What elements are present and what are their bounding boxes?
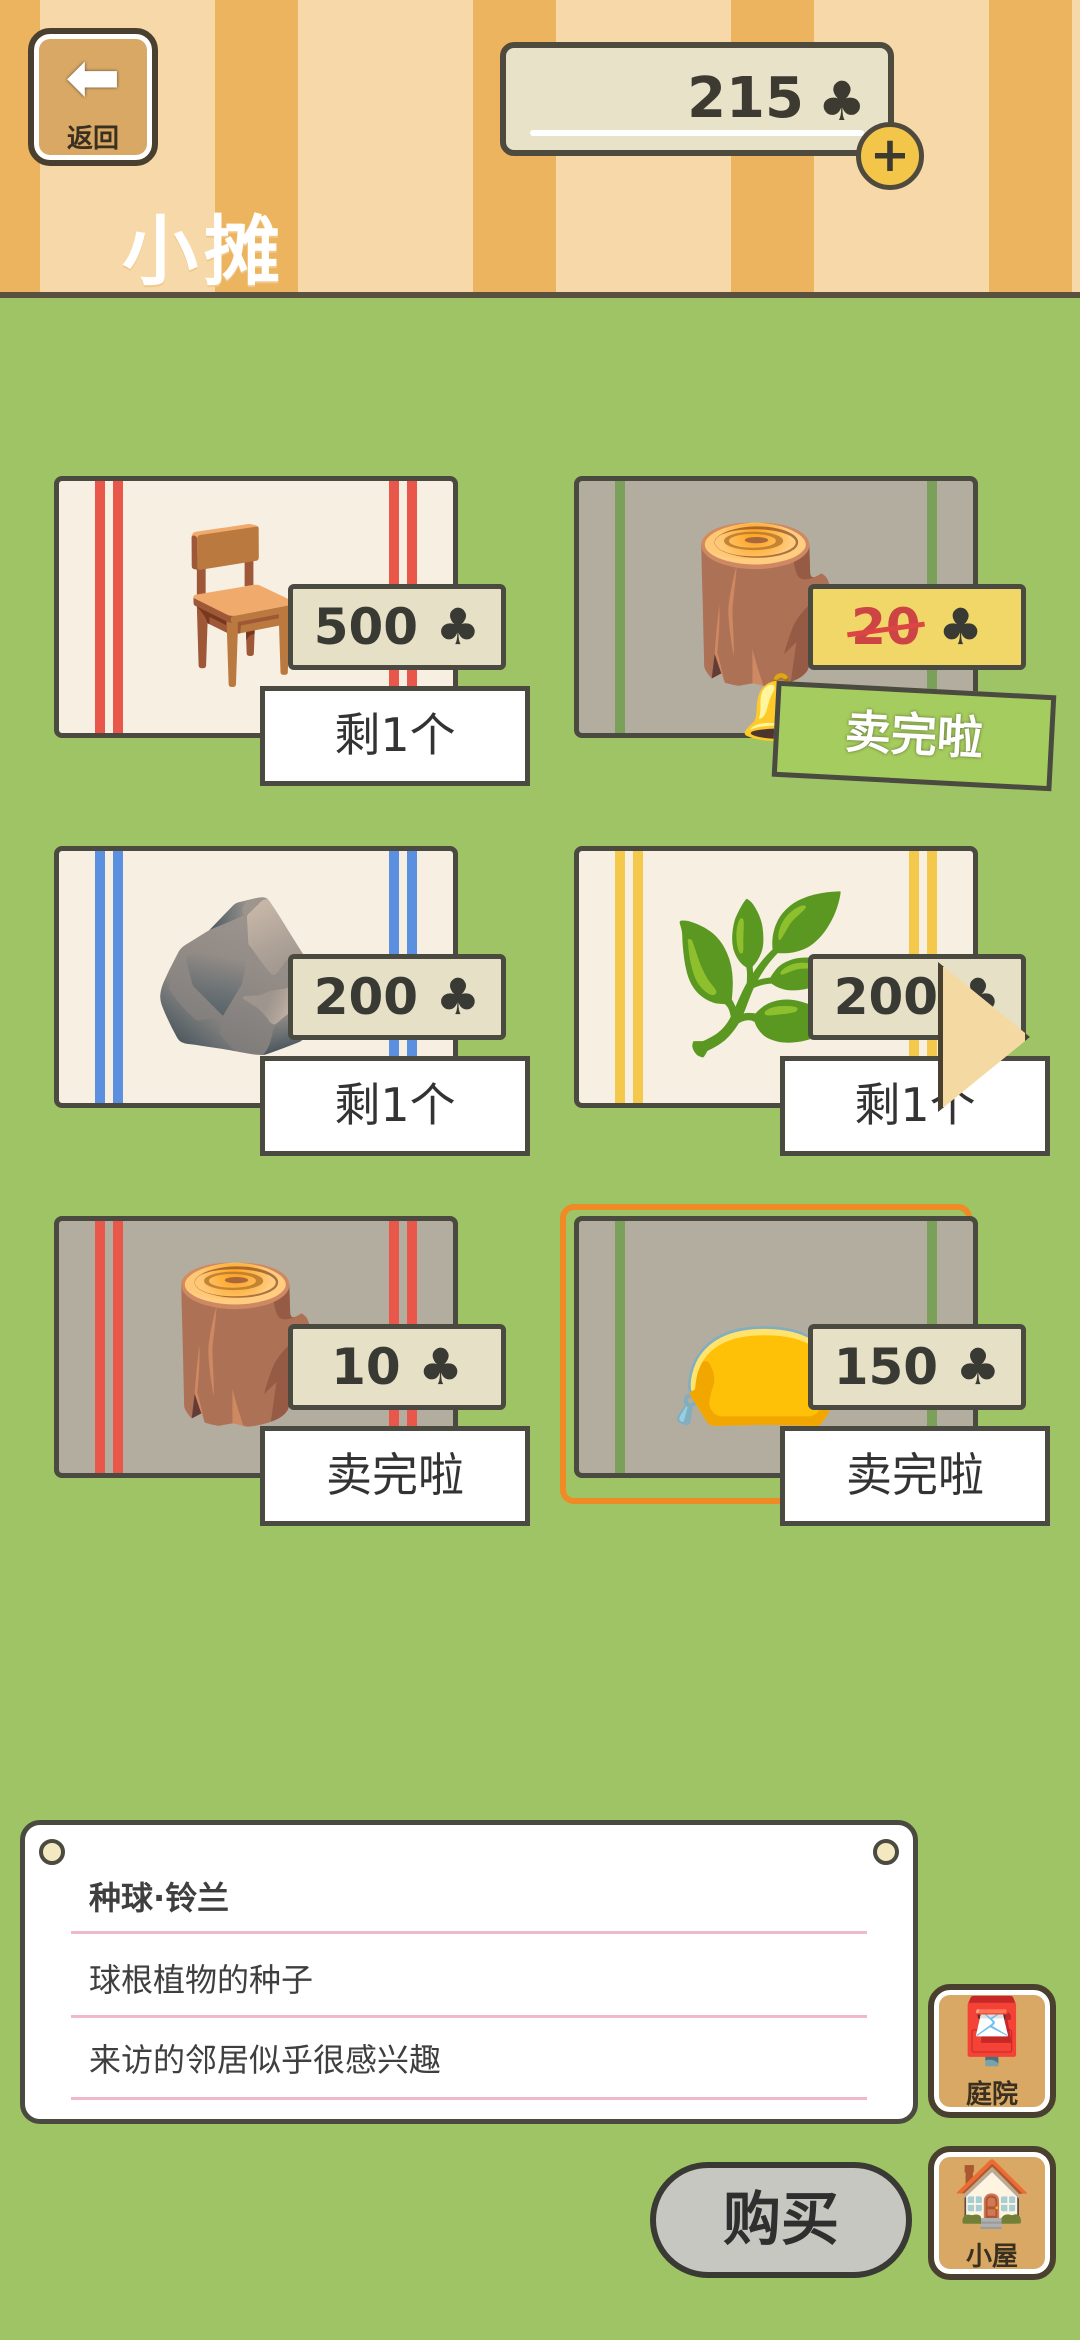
clover-icon: ♣ <box>817 70 866 133</box>
shop-item-bulb-seed[interactable]: 👝 150 ♣ 卖完啦 <box>560 1210 1060 1540</box>
add-clover-button[interactable]: + <box>856 122 924 190</box>
price-tag: 500 ♣ <box>288 584 506 670</box>
mailbox-icon: 📮 <box>952 1995 1032 2069</box>
house-icon: 🏠 <box>952 2157 1032 2231</box>
back-arrow-icon: ⬅ <box>65 39 121 116</box>
price-value: 200 <box>313 968 419 1026</box>
clover-count: 215 <box>687 66 804 131</box>
item-description-1: 球根植物的种子 <box>89 1961 314 1999</box>
house-label: 小屋 <box>965 2242 1018 2272</box>
price-value: 10 <box>331 1338 401 1396</box>
item-name: 种球·铃兰 <box>89 1879 230 1917</box>
stock-label: 剩1个 <box>260 1056 530 1156</box>
shop-item-log[interactable]: 🪵 20 ♣ 🔔 卖完啦 <box>560 470 1060 800</box>
shop-item-driftwood[interactable]: 🪵 10 ♣ 卖完啦 <box>40 1210 540 1540</box>
shop-item-table-card[interactable]: 🪑 500 ♣ 剩1个 <box>40 470 540 800</box>
divider <box>71 2097 867 2100</box>
price-tag: 150 ♣ <box>808 1324 1026 1410</box>
stock-label: 卖完啦 <box>780 1426 1050 1526</box>
item-info-panel: 种球·铃兰 球根植物的种子 来访的邻居似乎很感兴趣 <box>20 1820 918 2124</box>
stock-label: 剩1个 <box>260 686 530 786</box>
pin-icon <box>39 1839 65 1865</box>
price-value: 20 <box>851 598 921 656</box>
item-description-2: 来访的邻居似乎很感兴趣 <box>89 2041 442 2079</box>
divider <box>71 2015 867 2018</box>
price-value: 150 <box>833 1338 939 1396</box>
divider <box>71 1931 867 1934</box>
plus-icon: + <box>869 127 911 183</box>
back-label: 返回 <box>66 124 119 154</box>
yard-button[interactable]: 📮 庭院 <box>928 1984 1056 2118</box>
yard-label: 庭院 <box>965 2080 1018 2110</box>
page-title: 小摊 <box>122 207 286 296</box>
price-tag: 200 ♣ <box>288 954 506 1040</box>
back-button[interactable]: ⬅ 返回 <box>28 28 158 166</box>
price-tag: 10 ♣ <box>288 1324 506 1410</box>
stock-label: 卖完啦 <box>260 1426 530 1526</box>
shop-item-stone[interactable]: 🪨 200 ♣ 剩1个 <box>40 840 540 1170</box>
buy-button[interactable]: 购买 <box>650 2162 912 2278</box>
price-tag: 20 ♣ <box>808 584 1026 670</box>
stock-label: 剩1个 <box>780 1056 1050 1156</box>
house-button[interactable]: 🏠 小屋 <box>928 2146 1056 2280</box>
clover-counter: 215 ♣ <box>500 42 894 156</box>
price-value: 200 <box>833 968 939 1026</box>
counter-underline <box>530 130 864 136</box>
price-value: 500 <box>313 598 419 656</box>
sold-out-badge: 卖完啦 <box>771 680 1057 792</box>
pin-icon <box>873 1839 899 1865</box>
